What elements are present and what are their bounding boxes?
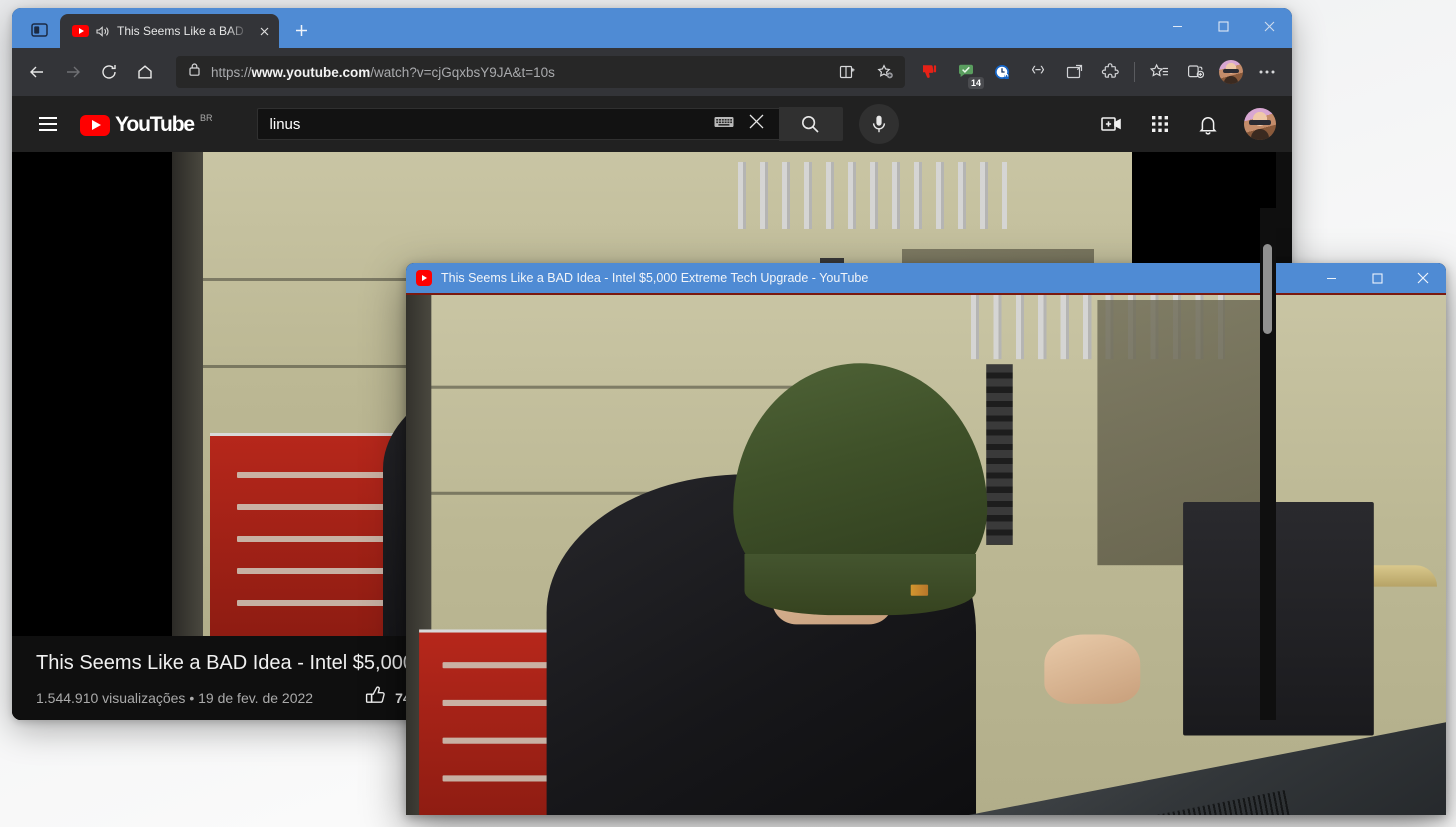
video-publish-date: 19 de fev. de 2022 <box>198 690 314 706</box>
create-video-icon[interactable] <box>1092 104 1132 144</box>
thumbs-up-icon <box>365 685 387 711</box>
youtube-apps-icon[interactable] <box>1140 104 1180 144</box>
search-button[interactable] <box>778 107 843 141</box>
maximize-button[interactable] <box>1200 8 1246 44</box>
forward-arrow-icon[interactable] <box>56 55 90 89</box>
hand <box>1044 634 1141 704</box>
youtube-search-area: linus <box>256 104 899 144</box>
workshop-scene: OC GB <box>406 295 1446 815</box>
wrench-rack <box>738 161 1008 230</box>
hamburger-menu-icon[interactable] <box>28 104 68 144</box>
minimize-button[interactable] <box>1154 8 1200 44</box>
more-options-icon[interactable] <box>1250 55 1284 89</box>
main-window-titlebar: This Seems Like a BAD Idea <box>12 8 1292 48</box>
browser-tab-title: This Seems Like a BAD Idea <box>117 24 248 38</box>
back-arrow-icon[interactable] <box>20 55 54 89</box>
video-views-and-date: 1.544.910 visualizações • 19 de fev. de … <box>36 690 313 706</box>
url-prefix: https:// <box>211 64 252 80</box>
youtube-logo[interactable]: YouTube BR <box>80 113 213 136</box>
url-text: https://www.youtube.com/watch?v=cjGqxbsY… <box>211 65 823 80</box>
youtube-header: YouTube BR linus <box>12 96 1292 152</box>
beanie-tag <box>910 584 928 597</box>
clear-input-icon[interactable] <box>742 113 771 135</box>
notifications-bell-icon[interactable] <box>1188 104 1228 144</box>
tab-list-icon[interactable] <box>22 15 56 45</box>
window-controls <box>1154 8 1292 48</box>
home-icon[interactable] <box>128 55 162 89</box>
address-bar[interactable]: https://www.youtube.com/watch?v=cjGqxbsY… <box>176 56 905 88</box>
youtube-favicon <box>416 270 432 286</box>
refresh-icon[interactable] <box>92 55 126 89</box>
green-check-extension-icon[interactable]: 14 <box>949 55 984 89</box>
youtube-favicon <box>72 25 89 37</box>
black-case <box>1182 501 1374 736</box>
popup-window-title: This Seems Like a BAD Idea - Intel $5,00… <box>441 271 869 285</box>
picture-in-picture-icon[interactable] <box>1057 55 1091 89</box>
popup-titlebar[interactable]: This Seems Like a BAD Idea - Intel $5,00… <box>406 263 1446 293</box>
lock-icon[interactable] <box>188 62 201 82</box>
url-path: /watch?v=cjGqxbsY9JA&t=10s <box>370 64 555 80</box>
star-plus-icon[interactable] <box>871 59 899 85</box>
popup-close-button[interactable] <box>1400 263 1446 293</box>
search-input[interactable]: linus <box>256 108 779 140</box>
popup-video-content[interactable]: OC GB <box>406 293 1446 815</box>
braces-extension-icon[interactable] <box>1021 55 1055 89</box>
search-input-value: linus <box>269 115 301 133</box>
browser-profile-avatar[interactable] <box>1214 55 1248 89</box>
video-views: 1.544.910 visualizações <box>36 690 186 706</box>
extension-badge-count: 14 <box>967 77 984 89</box>
microphone-icon[interactable] <box>858 104 899 144</box>
popup-maximize-button[interactable] <box>1354 263 1400 293</box>
popup-minimize-button[interactable] <box>1308 263 1354 293</box>
puzzle-extensions-icon[interactable] <box>1093 55 1127 89</box>
youtube-header-actions <box>1092 104 1276 144</box>
toolbar-divider <box>1134 62 1135 82</box>
url-domain: www.youtube.com <box>251 64 371 80</box>
avatar <box>1219 60 1243 84</box>
beanie-cuff <box>744 554 977 615</box>
youtube-country-code: BR <box>200 112 213 123</box>
tab-close-icon[interactable] <box>255 22 273 40</box>
popup-video-window: This Seems Like a BAD Idea - Intel $5,00… <box>406 263 1446 815</box>
youtube-wordmark: YouTube <box>115 112 195 136</box>
youtube-play-icon <box>80 114 110 136</box>
account-avatar[interactable] <box>1244 108 1276 140</box>
browser-tab[interactable]: This Seems Like a BAD Idea <box>60 14 279 48</box>
favorites-list-icon[interactable] <box>1142 55 1176 89</box>
blue-clock-extension-icon[interactable] <box>985 55 1019 89</box>
meta-separator: • <box>189 690 195 706</box>
scrollbar-thumb[interactable] <box>1263 244 1272 334</box>
new-tab-button[interactable] <box>287 16 315 44</box>
person <box>546 353 1098 815</box>
popup-window-controls <box>1308 263 1446 293</box>
page-scrollbar[interactable] <box>1260 208 1276 720</box>
dark-post <box>172 152 203 636</box>
browser-toolbar: https://www.youtube.com/watch?v=cjGqxbsY… <box>12 48 1292 96</box>
close-button[interactable] <box>1246 8 1292 44</box>
collections-icon[interactable] <box>1178 55 1212 89</box>
youtube-dislike-extension-icon[interactable] <box>913 55 947 89</box>
split-screen-icon[interactable] <box>833 59 861 85</box>
speaker-playing-icon[interactable] <box>96 25 110 38</box>
onscreen-keyboard-icon[interactable] <box>714 115 734 134</box>
